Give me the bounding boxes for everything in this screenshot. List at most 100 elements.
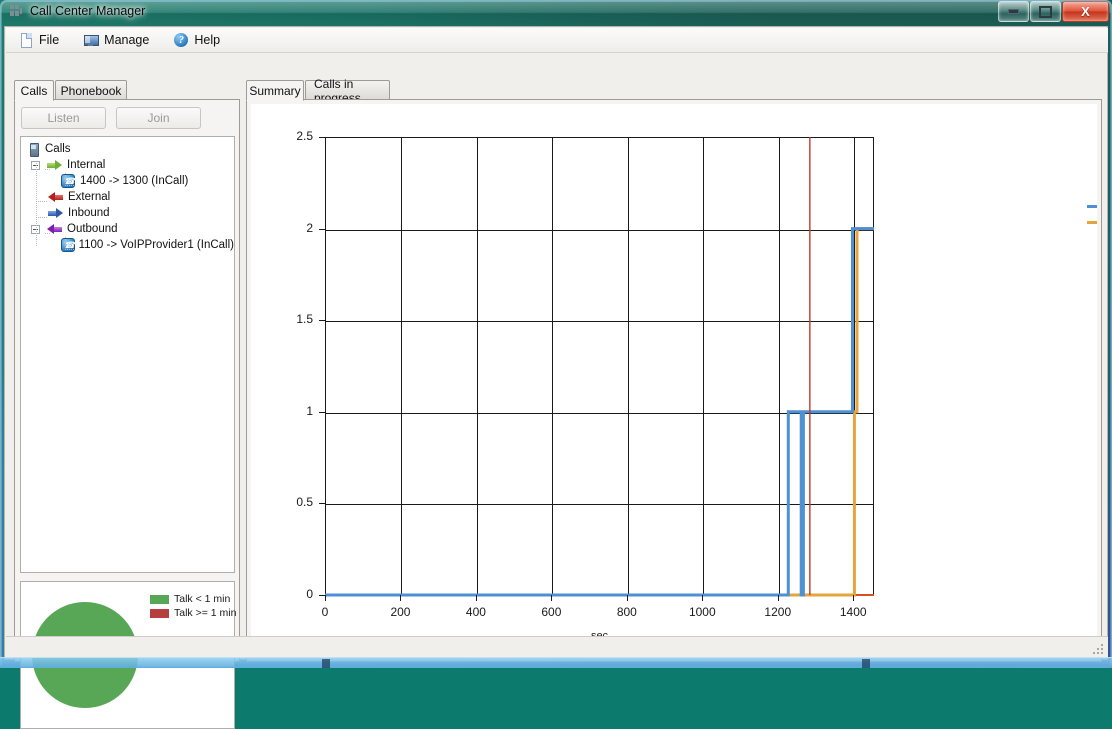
x-axis-tick-label: 600 bbox=[541, 605, 562, 619]
x-axis-tick bbox=[777, 595, 779, 601]
pie-legend: Talk < 1 min Talk >= 1 min bbox=[150, 593, 236, 621]
legend-line bbox=[1087, 204, 1097, 208]
application-window: Call Center Manager X File Manage ? Help… bbox=[0, 0, 1112, 729]
y-axis-tick bbox=[319, 411, 325, 413]
tree-item-calls[interactable]: Calls bbox=[21, 141, 234, 157]
tree-item-label: External bbox=[68, 191, 111, 203]
legend-swatch bbox=[150, 608, 169, 618]
x-axis-tick bbox=[702, 595, 704, 601]
tree-item-external[interactable]: External bbox=[21, 189, 234, 205]
tree-item-label: 1100 -> VoIPProvider1 (InCall) bbox=[78, 239, 234, 251]
tree-item-label: Inbound bbox=[68, 207, 110, 219]
y-axis-tick-label: 2.5 bbox=[296, 129, 313, 143]
tab-summary[interactable]: Summary bbox=[246, 80, 304, 101]
resize-grip[interactable] bbox=[1093, 644, 1105, 656]
menu-item-help[interactable]: ? Help bbox=[169, 30, 224, 50]
chart-legend-item: Number of calls bbox=[1087, 200, 1097, 212]
x-axis-tick bbox=[325, 595, 326, 601]
phone-device-icon bbox=[27, 142, 40, 157]
file-icon bbox=[18, 32, 34, 48]
title-bar: Call Center Manager X bbox=[0, 0, 1112, 26]
x-axis-tick bbox=[400, 595, 402, 601]
x-axis-tick-label: 1400 bbox=[839, 605, 867, 619]
y-axis-tick bbox=[319, 228, 325, 230]
x-axis-tick-label: 400 bbox=[465, 605, 486, 619]
calls-chart: Number of calls Number of dropped calls … bbox=[251, 104, 1097, 657]
x-axis-tick-label: 1200 bbox=[764, 605, 792, 619]
client-area: File Manage ? Help Calls Phonebook Liste… bbox=[4, 26, 1108, 729]
maximize-icon bbox=[1031, 2, 1060, 21]
legend-swatch bbox=[150, 594, 169, 604]
tree-connector bbox=[45, 169, 51, 170]
tree-connector bbox=[36, 217, 47, 218]
window-controls: X bbox=[998, 1, 1109, 22]
x-axis-tick-label: 800 bbox=[616, 605, 637, 619]
x-axis-tick-label: 1000 bbox=[688, 605, 716, 619]
tree-item-label: Outbound bbox=[67, 223, 118, 235]
chart-legend: Number of calls Number of dropped calls bbox=[1087, 200, 1097, 232]
chart-legend-item: Number of dropped calls bbox=[1087, 216, 1097, 228]
listen-button[interactable]: Listen bbox=[21, 107, 106, 129]
left-tab-strip: Calls Phonebook bbox=[14, 80, 239, 101]
taskbar-item[interactable] bbox=[322, 659, 330, 668]
x-axis-tick-label: 200 bbox=[390, 605, 411, 619]
tab-calls[interactable]: Calls bbox=[14, 80, 54, 101]
right-tab-strip: Summary Calls in progress bbox=[246, 77, 646, 105]
arrow-right-blue-icon bbox=[48, 207, 63, 219]
chart-series-layer bbox=[325, 137, 874, 597]
x-axis-tick bbox=[626, 595, 628, 601]
pie-legend-item: Talk < 1 min bbox=[150, 593, 236, 605]
minimize-button[interactable] bbox=[998, 1, 1029, 22]
tree-item-outbound[interactable]: Outbound bbox=[21, 221, 234, 237]
menu-item-help-label: Help bbox=[194, 33, 221, 47]
tree-connector bbox=[65, 185, 75, 186]
minimize-icon bbox=[999, 2, 1028, 21]
window-title: Call Center Manager bbox=[30, 4, 146, 18]
y-axis-tick-label: 2 bbox=[306, 220, 313, 235]
tree-item-internal[interactable]: Internal bbox=[21, 157, 234, 173]
tree-connector bbox=[36, 201, 47, 202]
x-axis-tick-label: 0 bbox=[321, 605, 329, 619]
title-bar-left: Call Center Manager bbox=[8, 3, 145, 19]
y-axis-tick-label: 0.5 bbox=[296, 495, 313, 510]
menu-item-manage[interactable]: Manage bbox=[79, 30, 153, 50]
y-axis-tick bbox=[319, 503, 325, 505]
status-bar bbox=[6, 636, 1108, 658]
close-button[interactable]: X bbox=[1062, 1, 1109, 22]
tree-item-label: Calls bbox=[45, 143, 71, 155]
x-axis-tick bbox=[853, 595, 855, 601]
close-icon: X bbox=[1081, 4, 1090, 19]
chart-series-number-of-calls bbox=[325, 227, 874, 597]
menu-item-file[interactable]: File bbox=[14, 30, 63, 50]
calls-tree[interactable]: Calls Internal ☎ 1400 -> 1300 (InCall) E… bbox=[20, 136, 235, 573]
tree-item-label: Internal bbox=[67, 159, 106, 171]
maximize-button[interactable] bbox=[1030, 1, 1061, 22]
tree-connector bbox=[45, 233, 51, 234]
pie-legend-item: Talk >= 1 min bbox=[150, 607, 236, 619]
menu-item-manage-label: Manage bbox=[104, 33, 150, 47]
legend-line bbox=[1087, 220, 1097, 224]
y-axis-tick-label: 1.5 bbox=[296, 312, 313, 327]
y-axis-tick-label: 1 bbox=[306, 403, 313, 418]
tree-item-call-internal[interactable]: ☎ 1400 -> 1300 (InCall) bbox=[21, 173, 234, 189]
x-axis-tick bbox=[475, 595, 477, 601]
y-axis-tick bbox=[319, 137, 325, 138]
tree-item-call-outbound[interactable]: ☎ 1100 -> VoIPProvider1 (InCall) bbox=[21, 237, 234, 253]
y-axis-tick bbox=[319, 320, 325, 322]
tree-item-inbound[interactable]: Inbound bbox=[21, 205, 234, 221]
summary-panel: Number of calls Number of dropped calls … bbox=[246, 99, 1102, 662]
monitor-icon bbox=[83, 32, 100, 48]
menu-bar: File Manage ? Help bbox=[6, 28, 1108, 53]
pie-legend-label: Talk < 1 min bbox=[174, 593, 231, 605]
tab-phonebook[interactable]: Phonebook bbox=[55, 80, 127, 100]
x-axis-tick bbox=[551, 595, 553, 601]
taskbar-item[interactable] bbox=[862, 659, 870, 668]
join-button[interactable]: Join bbox=[116, 107, 201, 129]
menu-item-file-label: File bbox=[39, 33, 60, 47]
call-action-buttons: Listen Join bbox=[21, 107, 201, 129]
taskbar bbox=[0, 657, 1112, 668]
app-icon bbox=[8, 3, 24, 19]
pie-legend-label: Talk >= 1 min bbox=[174, 607, 237, 619]
tab-calls-in-progress[interactable]: Calls in progress bbox=[305, 77, 390, 105]
arrow-left-red-icon bbox=[48, 191, 63, 203]
